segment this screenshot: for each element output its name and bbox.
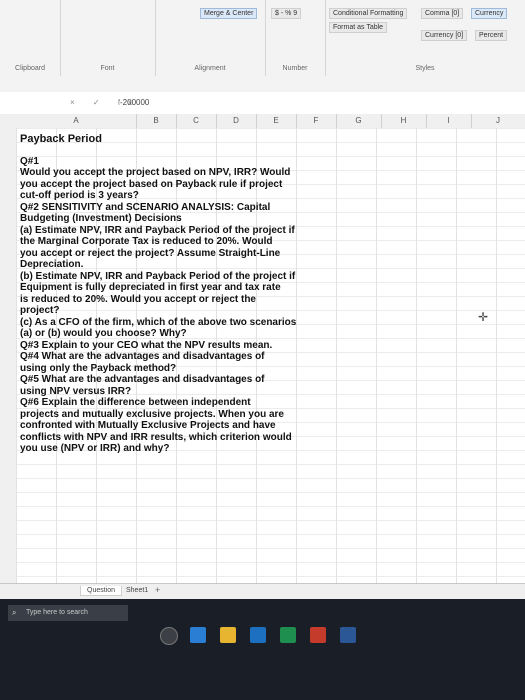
- excel-icon[interactable]: [280, 627, 296, 643]
- cell-line: confronted with Mutually Exclusive Proje…: [20, 420, 276, 431]
- currency-style[interactable]: Currency: [471, 8, 508, 19]
- cell-line: projects and mutually exclusive projects…: [20, 408, 284, 420]
- store-icon[interactable]: [250, 627, 266, 643]
- cell-line: project?: [20, 305, 60, 316]
- cell-line: (a) Estimate NPV, IRR and Payback Period…: [20, 224, 295, 236]
- sheet-tabs-bar: Question Sheet1 +: [0, 583, 525, 600]
- cell-line: (b) Estimate NPV, IRR and Payback Period…: [20, 270, 296, 282]
- font-label: Font: [100, 65, 115, 72]
- cell-line: using NPV versus IRR?: [20, 385, 132, 397]
- alignment-label: Alignment: [194, 65, 226, 72]
- column-header-f[interactable]: F: [296, 114, 337, 128]
- cell-line: Q#1: [20, 155, 39, 167]
- cell-line: Q#4 What are the advantages and disadvan…: [20, 351, 265, 362]
- cell-line: Depreciation.: [20, 259, 84, 270]
- cell-title: Payback Period: [20, 133, 102, 145]
- word-icon[interactable]: [340, 627, 356, 643]
- conditional-formatting-button[interactable]: Conditional Formatting: [329, 8, 408, 19]
- column-header-e[interactable]: E: [256, 114, 297, 128]
- cell-line: you accept the project based on Payback …: [20, 178, 283, 190]
- ribbon: Clipboard Font Merge & Center Alignment …: [0, 0, 525, 93]
- cell-line: Would you accept the project based on NP…: [20, 167, 291, 178]
- styles-label: Styles: [415, 65, 435, 72]
- add-sheet-button[interactable]: +: [155, 585, 160, 595]
- search-placeholder: Type here to search: [26, 609, 88, 616]
- cell-line: the Marginal Corporate Tax is reduced to…: [20, 236, 273, 247]
- column-header-d[interactable]: D: [216, 114, 257, 128]
- cell-line: Q#5 What are the advantages and disadvan…: [20, 374, 265, 385]
- taskbar-search-box[interactable]: ⌕ Type here to search: [8, 605, 128, 621]
- styles-group: Conditional Formatting Format as Table C…: [325, 0, 525, 76]
- file-explorer-icon[interactable]: [220, 627, 236, 643]
- row-number-column[interactable]: [0, 128, 17, 583]
- cell-cursor-icon: ✛: [478, 310, 489, 324]
- cell-line: Equipment is fully depreciated in first …: [20, 282, 281, 293]
- windows-taskbar: ⌕ Type here to search: [0, 599, 525, 700]
- cell-line: using only the Payback method?: [20, 362, 177, 374]
- cell-line: cut-off period is 3 years?: [20, 190, 139, 201]
- column-header-row: A B C D E F G H I J: [0, 114, 525, 129]
- column-header-b[interactable]: B: [136, 114, 177, 128]
- sheet-tab-sheet1[interactable]: Sheet1: [120, 586, 154, 595]
- column-header-a[interactable]: A: [16, 114, 137, 128]
- cell-line: you use (NPV or IRR) and why?: [20, 443, 170, 454]
- cell-line: you accept or reject the project? Assume…: [20, 247, 281, 259]
- cell-line: (c) As a CFO of the firm, which of the a…: [20, 316, 297, 328]
- cell-line: conflicts with NPV and IRR results, whic…: [20, 431, 292, 443]
- search-icon: ⌕: [12, 608, 17, 617]
- edge-icon[interactable]: [190, 627, 206, 643]
- clipboard-label: Clipboard: [15, 65, 45, 72]
- task-view-icon[interactable]: [160, 627, 178, 645]
- comma0-style[interactable]: Comma [0]: [421, 8, 464, 19]
- spreadsheet-grid[interactable]: Payback Period Q#1 Would you accept the …: [0, 128, 525, 583]
- formula-bar[interactable]: × ✓ fx -200000: [0, 92, 525, 115]
- cell-line: (a) or (b) would you choose? Why?: [20, 328, 187, 339]
- number-group: $ - % 9 Number: [265, 0, 326, 76]
- cell-line: Q#3 Explain to your CEO what the NPV res…: [20, 339, 273, 351]
- merge-center-button[interactable]: Merge & Center: [200, 8, 258, 19]
- powerpoint-icon[interactable]: [310, 627, 326, 643]
- column-header-c[interactable]: C: [176, 114, 217, 128]
- percent-style[interactable]: Percent: [475, 30, 508, 41]
- column-header-h[interactable]: H: [381, 114, 427, 128]
- currency0-style[interactable]: Currency [0]: [421, 30, 468, 41]
- number-format-button[interactable]: $ - % 9: [271, 8, 302, 19]
- cell-line: Budgeting (Investment) Decisions: [20, 213, 182, 224]
- column-header-g[interactable]: G: [336, 114, 382, 128]
- column-header-i[interactable]: I: [426, 114, 472, 128]
- clipboard-group: Clipboard: [0, 0, 61, 76]
- cell-line: is reduced to 20%. Would you accept or r…: [20, 293, 256, 305]
- column-header-j[interactable]: J: [471, 114, 525, 128]
- number-label: Number: [282, 65, 308, 72]
- formula-value[interactable]: -200000: [120, 98, 149, 107]
- cell-line: Q#6 Explain the difference between indep…: [20, 397, 251, 408]
- font-group: Font: [60, 0, 156, 76]
- cell-a1-content[interactable]: Payback Period Q#1 Would you accept the …: [20, 133, 320, 455]
- alignment-group: Merge & Center Alignment: [155, 0, 266, 76]
- cell-line: Q#2 SENSITIVITY and SCENARIO ANALYSIS: C…: [20, 201, 271, 213]
- sheet-tab-question[interactable]: Question: [80, 586, 123, 596]
- format-as-table-button[interactable]: Format as Table: [329, 22, 388, 33]
